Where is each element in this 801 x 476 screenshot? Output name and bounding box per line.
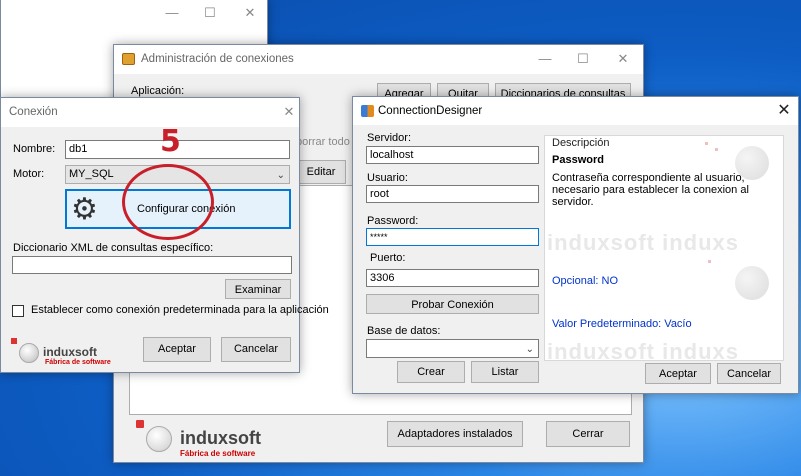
window-title: Administración de conexiones (141, 53, 294, 65)
logo-text: induxsoft (180, 428, 261, 448)
description-panel: induxsoft induxs induxsoft induxs Descri… (544, 135, 784, 361)
logo-text: induxsoft (43, 345, 97, 359)
logo-dots-icon (136, 420, 144, 428)
watermark-text: induxsoft induxs (547, 230, 739, 255)
cancelar-button[interactable]: Cancelar (221, 337, 291, 362)
predeterminada-label: Establecer como conexión predeterminada … (31, 304, 329, 316)
examinar-button[interactable]: Examinar (225, 279, 291, 299)
aplicacion-label: Aplicación: (131, 85, 185, 97)
borrar-todo-label[interactable]: borrar todo (296, 136, 350, 148)
logo-dots-icon (11, 338, 17, 344)
crear-button[interactable]: Crear (397, 361, 465, 383)
puerto-label: Puerto: (370, 252, 406, 264)
logo-subtitle: Fábrica de software (180, 449, 256, 458)
conexion-logo: induxsoft Fábrica de software (11, 338, 121, 366)
watermark-dot-icon (708, 260, 711, 263)
diccionario-input[interactable] (12, 256, 292, 274)
close-icon[interactable]: ✕ (773, 101, 795, 121)
database-icon (122, 53, 135, 65)
highlight-circle (122, 164, 214, 240)
editar-button[interactable]: Editar (296, 160, 346, 184)
designer-app-icon (361, 105, 374, 117)
maximize-icon[interactable]: ☐ (572, 49, 594, 69)
valor-predeterminado-text: Valor Predeterminado: Vacío (552, 318, 692, 330)
minimize-icon[interactable]: — (161, 3, 183, 23)
description-title: Password (552, 154, 604, 166)
motor-select-value: MY_SQL (69, 168, 114, 180)
watermark-dot-icon (715, 148, 718, 151)
close-icon[interactable]: ✕ (278, 102, 300, 122)
chevron-down-icon: ⌄ (276, 170, 285, 181)
watermark-dot-icon (705, 142, 708, 145)
description-header: Descripción (552, 137, 610, 149)
minimize-icon[interactable]: — (534, 49, 556, 69)
diccionario-label: Diccionario XML de consultas específico: (13, 242, 214, 254)
motor-label: Motor: (13, 168, 45, 180)
watermark-ball-icon (735, 266, 769, 300)
base-datos-select[interactable]: ⌄ (366, 339, 539, 358)
chevron-down-icon: ⌄ (525, 344, 534, 355)
base-datos-label: Base de datos: (367, 325, 441, 337)
logo-ball-icon (19, 343, 39, 363)
aceptar-button[interactable]: Aceptar (143, 337, 211, 362)
designer-titlebar: ConnectionDesigner ✕ (353, 97, 798, 125)
logo-subtitle: Fábrica de software (45, 359, 111, 366)
induxsoft-logo: induxsoft Fábrica de software (134, 418, 284, 458)
password-input[interactable]: ***** (366, 228, 539, 246)
usuario-label: Usuario: (367, 172, 408, 184)
dialog-title: Conexión (9, 106, 58, 118)
gear-icon: ⚙ (71, 193, 98, 226)
servidor-label: Servidor: (367, 132, 412, 144)
admin-titlebar: Administración de conexiones — ☐ ✕ (114, 45, 643, 74)
close-icon[interactable]: ✕ (612, 49, 634, 69)
probar-conexion-button[interactable]: Probar Conexión (366, 294, 539, 314)
puerto-input[interactable]: 3306 (366, 269, 539, 287)
logo-ball-icon (146, 426, 172, 452)
step-number: 5 (160, 124, 181, 159)
designer-title: ConnectionDesigner (378, 105, 483, 117)
conexion-titlebar: Conexión ✕ (1, 98, 299, 127)
close-icon[interactable]: ✕ (239, 3, 261, 23)
usuario-input[interactable]: root (366, 185, 539, 203)
nombre-label: Nombre: (13, 143, 56, 155)
adaptadores-button[interactable]: Adaptadores instalados (387, 421, 523, 447)
maximize-icon[interactable]: ☐ (199, 3, 221, 23)
opcional-text: Opcional: NO (552, 275, 619, 287)
designer-cancelar-button[interactable]: Cancelar (717, 363, 781, 384)
servidor-input[interactable]: localhost (366, 146, 539, 164)
description-text: Contraseña correspondiente al usuario, n… (552, 172, 749, 208)
watermark-text: induxsoft induxs (547, 339, 739, 361)
predeterminada-checkbox[interactable] (12, 305, 24, 317)
designer-aceptar-button[interactable]: Aceptar (645, 363, 711, 384)
password-label: Password: (367, 215, 419, 227)
cerrar-button[interactable]: Cerrar (546, 421, 630, 447)
listar-button[interactable]: Listar (471, 361, 539, 383)
connection-designer-dialog: ConnectionDesigner ✕ Servidor: localhost… (352, 96, 799, 394)
